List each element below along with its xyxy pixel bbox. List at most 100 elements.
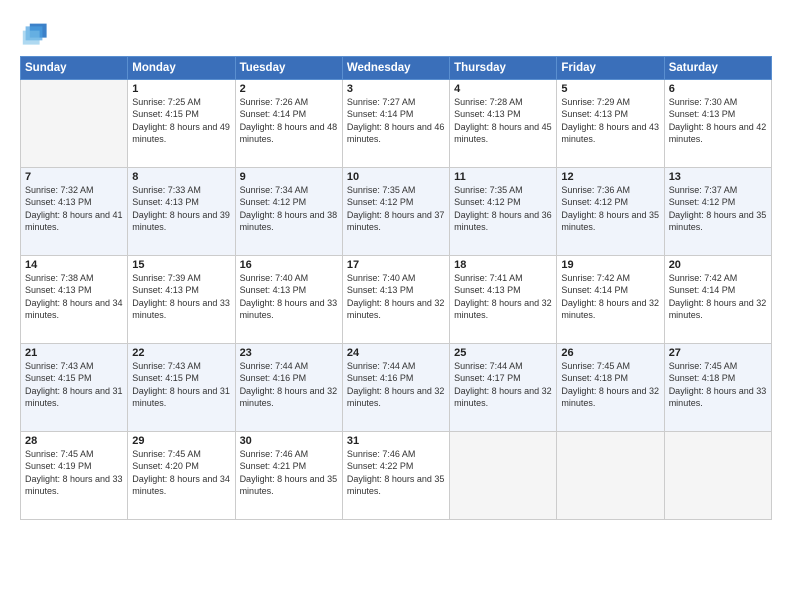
- day-info: Sunrise: 7:38 AMSunset: 4:13 PMDaylight:…: [25, 272, 123, 322]
- col-tuesday: Tuesday: [235, 57, 342, 80]
- sunrise-label: Sunrise: 7:27 AM: [347, 97, 416, 107]
- day-number: 25: [454, 347, 552, 359]
- calendar-header-row: Sunday Monday Tuesday Wednesday Thursday…: [21, 57, 772, 80]
- sunset-label: Sunset: 4:16 PM: [240, 373, 307, 383]
- sunset-label: Sunset: 4:13 PM: [25, 197, 92, 207]
- sunset-label: Sunset: 4:14 PM: [669, 285, 736, 295]
- table-row: 4Sunrise: 7:28 AMSunset: 4:13 PMDaylight…: [450, 80, 557, 168]
- sunrise-label: Sunrise: 7:35 AM: [347, 185, 416, 195]
- table-row: 16Sunrise: 7:40 AMSunset: 4:13 PMDayligh…: [235, 256, 342, 344]
- col-thursday: Thursday: [450, 57, 557, 80]
- sunset-label: Sunset: 4:12 PM: [347, 197, 414, 207]
- table-row: 20 Sunrise: 7:42 AM Sunset: 4:14 PM Dayligh…: [664, 256, 771, 344]
- sunset-label: Sunset: 4:14 PM: [240, 109, 307, 119]
- daylight-label: Daylight: 8 hours and 42 minutes.: [669, 122, 767, 144]
- table-row: 11Sunrise: 7:35 AMSunset: 4:12 PMDayligh…: [450, 168, 557, 256]
- table-row: 27 Sunrise: 7:45 AM Sunset: 4:18 PM Dayligh…: [664, 344, 771, 432]
- sunrise-label: Sunrise: 7:40 AM: [347, 273, 416, 283]
- sunset-label: Sunset: 4:13 PM: [240, 285, 307, 295]
- day-info: Sunrise: 7:44 AMSunset: 4:17 PMDaylight:…: [454, 360, 552, 410]
- sunset-label: Sunset: 4:13 PM: [132, 285, 199, 295]
- day-number: 30: [240, 435, 338, 447]
- sunset-label: Sunset: 4:13 PM: [454, 285, 521, 295]
- daylight-label: Daylight: 8 hours and 32 minutes.: [669, 298, 767, 320]
- sunset-label: Sunset: 4:19 PM: [25, 461, 92, 471]
- day-info: Sunrise: 7:32 AM Sunset: 4:13 PM Daylight:…: [25, 184, 123, 234]
- daylight-label: Daylight: 8 hours and 32 minutes.: [561, 298, 659, 320]
- day-number: 20: [669, 259, 767, 271]
- day-info: Sunrise: 7:40 AMSunset: 4:13 PMDaylight:…: [240, 272, 338, 322]
- day-info: Sunrise: 7:45 AM Sunset: 4:18 PM Daylight:…: [669, 360, 767, 410]
- day-number: 18: [454, 259, 552, 271]
- day-number: 31: [347, 435, 445, 447]
- daylight-label: Daylight: 8 hours and 45 minutes.: [454, 122, 552, 144]
- table-row: [450, 432, 557, 520]
- daylight-label: Daylight: 8 hours and 35 minutes.: [561, 210, 659, 232]
- day-number: 9: [240, 171, 338, 183]
- daylight-label: Daylight: 8 hours and 49 minutes.: [132, 122, 230, 144]
- daylight-label: Daylight: 8 hours and 36 minutes.: [454, 210, 552, 232]
- day-number: 7: [25, 171, 123, 183]
- logo: [20, 18, 52, 46]
- sunrise-label: Sunrise: 7:33 AM: [132, 185, 201, 195]
- table-row: 25Sunrise: 7:44 AMSunset: 4:17 PMDayligh…: [450, 344, 557, 432]
- sunset-label: Sunset: 4:22 PM: [347, 461, 414, 471]
- day-info: Sunrise: 7:39 AMSunset: 4:13 PMDaylight:…: [132, 272, 230, 322]
- sunrise-label: Sunrise: 7:32 AM: [25, 185, 94, 195]
- sunrise-label: Sunrise: 7:42 AM: [561, 273, 630, 283]
- day-info: Sunrise: 7:45 AMSunset: 4:19 PMDaylight:…: [25, 448, 123, 498]
- day-number: 26: [561, 347, 659, 359]
- day-info: Sunrise: 7:37 AMSunset: 4:12 PMDaylight:…: [669, 184, 767, 234]
- table-row: [21, 80, 128, 168]
- day-number: 16: [240, 259, 338, 271]
- table-row: 9Sunrise: 7:34 AMSunset: 4:12 PMDaylight…: [235, 168, 342, 256]
- table-row: 26Sunrise: 7:45 AMSunset: 4:18 PMDayligh…: [557, 344, 664, 432]
- daylight-label: Daylight: 8 hours and 35 minutes.: [669, 210, 767, 232]
- sunrise-label: Sunrise: 7:45 AM: [669, 361, 738, 371]
- table-row: 18Sunrise: 7:41 AMSunset: 4:13 PMDayligh…: [450, 256, 557, 344]
- sunset-label: Sunset: 4:14 PM: [561, 285, 628, 295]
- page: Sunday Monday Tuesday Wednesday Thursday…: [0, 0, 792, 612]
- daylight-label: Daylight: 8 hours and 48 minutes.: [240, 122, 338, 144]
- table-row: [557, 432, 664, 520]
- daylight-label: Daylight: 8 hours and 32 minutes.: [454, 298, 552, 320]
- daylight-label: Daylight: 8 hours and 32 minutes.: [347, 386, 445, 408]
- sunrise-label: Sunrise: 7:43 AM: [132, 361, 201, 371]
- table-row: 22Sunrise: 7:43 AMSunset: 4:15 PMDayligh…: [128, 344, 235, 432]
- sunrise-label: Sunrise: 7:25 AM: [132, 97, 201, 107]
- day-info: Sunrise: 7:27 AMSunset: 4:14 PMDaylight:…: [347, 96, 445, 146]
- sunrise-label: Sunrise: 7:28 AM: [454, 97, 523, 107]
- sunrise-label: Sunrise: 7:26 AM: [240, 97, 309, 107]
- sunrise-label: Sunrise: 7:34 AM: [240, 185, 309, 195]
- sunrise-label: Sunrise: 7:40 AM: [240, 273, 309, 283]
- daylight-label: Daylight: 8 hours and 31 minutes.: [25, 386, 123, 408]
- calendar-week-row: 14Sunrise: 7:38 AMSunset: 4:13 PMDayligh…: [21, 256, 772, 344]
- sunset-label: Sunset: 4:12 PM: [561, 197, 628, 207]
- sunset-label: Sunset: 4:18 PM: [669, 373, 736, 383]
- day-number: 27: [669, 347, 767, 359]
- day-info: Sunrise: 7:30 AMSunset: 4:13 PMDaylight:…: [669, 96, 767, 146]
- table-row: 13Sunrise: 7:37 AMSunset: 4:12 PMDayligh…: [664, 168, 771, 256]
- table-row: 5Sunrise: 7:29 AMSunset: 4:13 PMDaylight…: [557, 80, 664, 168]
- sunset-label: Sunset: 4:20 PM: [132, 461, 199, 471]
- sunrise-label: Sunrise: 7:42 AM: [669, 273, 738, 283]
- day-number: 17: [347, 259, 445, 271]
- day-number: 15: [132, 259, 230, 271]
- day-number: 14: [25, 259, 123, 271]
- day-info: Sunrise: 7:33 AMSunset: 4:13 PMDaylight:…: [132, 184, 230, 234]
- daylight-label: Daylight: 8 hours and 31 minutes.: [132, 386, 230, 408]
- col-wednesday: Wednesday: [342, 57, 449, 80]
- table-row: 31Sunrise: 7:46 AMSunset: 4:22 PMDayligh…: [342, 432, 449, 520]
- sunrise-label: Sunrise: 7:29 AM: [561, 97, 630, 107]
- day-info: Sunrise: 7:40 AMSunset: 4:13 PMDaylight:…: [347, 272, 445, 322]
- day-number: 10: [347, 171, 445, 183]
- day-info: Sunrise: 7:26 AM Sunset: 4:14 PM Daylight:…: [240, 96, 338, 146]
- daylight-label: Daylight: 8 hours and 37 minutes.: [347, 210, 445, 232]
- sunset-label: Sunset: 4:12 PM: [669, 197, 736, 207]
- daylight-label: Daylight: 8 hours and 33 minutes.: [669, 386, 767, 408]
- day-number: 23: [240, 347, 338, 359]
- day-info: Sunrise: 7:29 AMSunset: 4:13 PMDaylight:…: [561, 96, 659, 146]
- daylight-label: Daylight: 8 hours and 41 minutes.: [25, 210, 123, 232]
- day-info: Sunrise: 7:34 AMSunset: 4:12 PMDaylight:…: [240, 184, 338, 234]
- daylight-label: Daylight: 8 hours and 43 minutes.: [561, 122, 659, 144]
